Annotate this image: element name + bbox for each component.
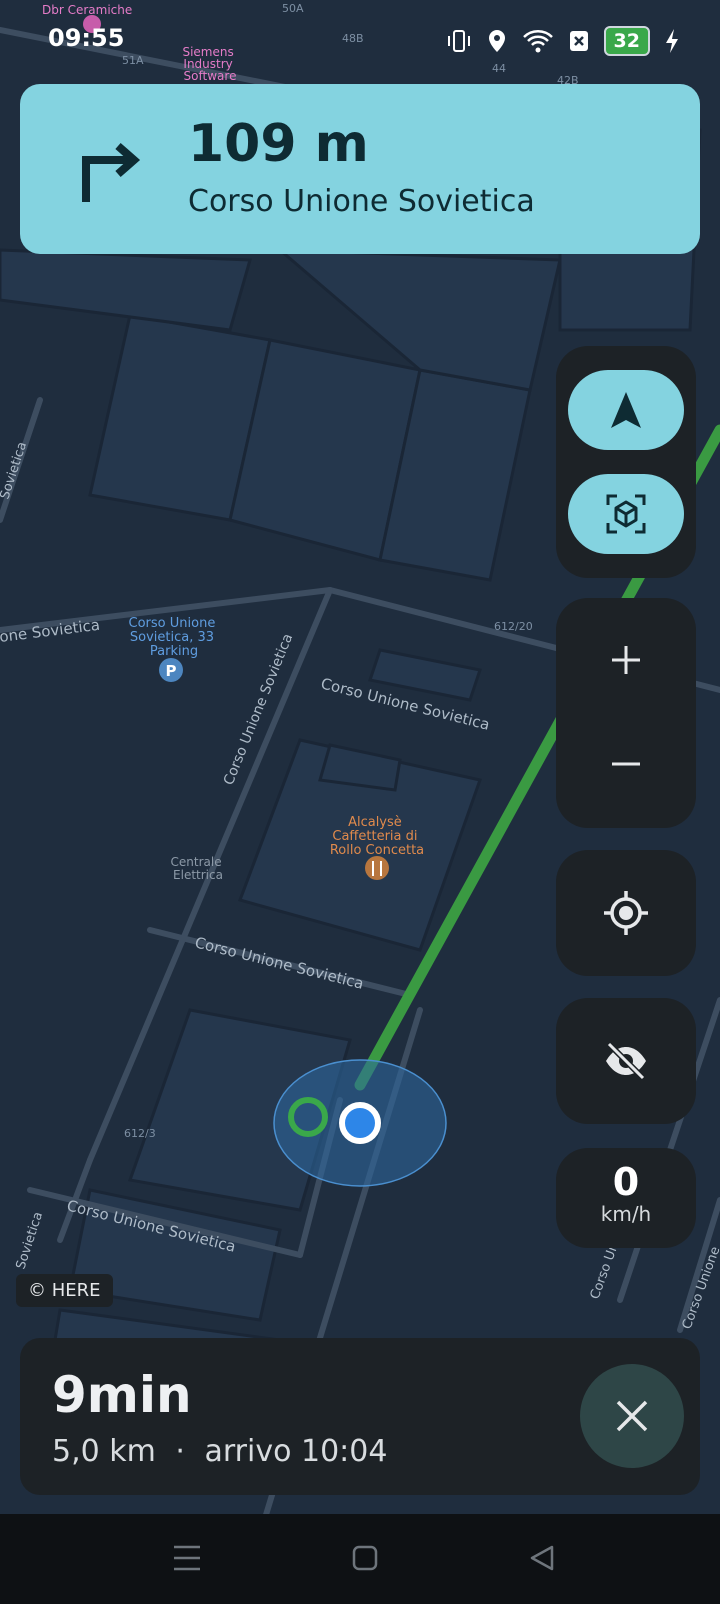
maneuver-street: Corso Unione Sovietica [188, 184, 535, 219]
home-icon[interactable] [351, 1544, 379, 1572]
recenter-button[interactable] [556, 850, 696, 976]
close-icon [616, 1400, 648, 1432]
3d-view-icon [606, 494, 646, 534]
zoom-out-button[interactable] [556, 714, 696, 814]
back-icon[interactable] [528, 1544, 556, 1572]
map-label-address: 612/3 [124, 1127, 156, 1140]
navigation-mode-button[interactable] [568, 370, 684, 450]
hide-overlay-button[interactable] [556, 998, 696, 1124]
arrival-time: arrivo 10:04 [204, 1434, 388, 1469]
svg-text:P: P [166, 662, 177, 680]
speed-unit: km/h [600, 1202, 652, 1226]
map-label-centrale: Centrale Elettrica [171, 855, 226, 882]
eye-off-icon [606, 1041, 646, 1081]
separator-dot: · [175, 1434, 185, 1469]
maneuver-distance: 109 m [188, 114, 369, 174]
status-time: 09:55 [48, 24, 125, 52]
trip-summary-card[interactable]: 9min 5,0 km · arrivo 10:04 [20, 1338, 700, 1495]
map-label-address: 612/20 [494, 620, 533, 633]
trip-meta: 5,0 km · arrivo 10:04 [52, 1434, 387, 1469]
charging-icon [666, 29, 678, 53]
view-controls-panel [556, 346, 696, 578]
speed-indicator: 0 km/h [556, 1148, 696, 1248]
battery-level: 32 [603, 26, 650, 56]
turn-right-icon [82, 142, 141, 202]
status-bar: 09:55 32 [0, 0, 720, 80]
end-navigation-button[interactable] [580, 1364, 684, 1468]
maneuver-card[interactable]: 109 m Corso Unione Sovietica [20, 84, 700, 254]
wifi-icon [522, 30, 553, 53]
current-location-icon [339, 1102, 381, 1144]
status-icons: 32 [446, 26, 680, 56]
zoom-out-icon [612, 762, 640, 766]
location-icon [488, 30, 505, 52]
trip-distance: 5,0 km [52, 1434, 156, 1469]
vibrate-icon [447, 30, 470, 52]
parking-pin-icon[interactable]: P [159, 658, 183, 682]
system-navigation-bar [0, 1514, 720, 1604]
zoom-panel [556, 598, 696, 828]
eta-duration: 9min [52, 1366, 192, 1424]
no-sim-icon [569, 31, 588, 51]
map-attribution[interactable]: © HERE [16, 1274, 113, 1307]
zoom-in-button[interactable] [556, 610, 696, 710]
restaurant-pin-icon[interactable] [365, 856, 389, 880]
3d-view-button[interactable] [568, 474, 684, 554]
hide-icon-wrap [556, 998, 696, 1124]
recenter-icon-wrap [556, 850, 696, 976]
navigation-arrow-icon [611, 392, 641, 428]
menu-icon[interactable] [172, 1544, 202, 1572]
speed-value: 0 [612, 1160, 640, 1204]
zoom-in-icon [612, 646, 640, 674]
locate-icon [604, 891, 648, 935]
